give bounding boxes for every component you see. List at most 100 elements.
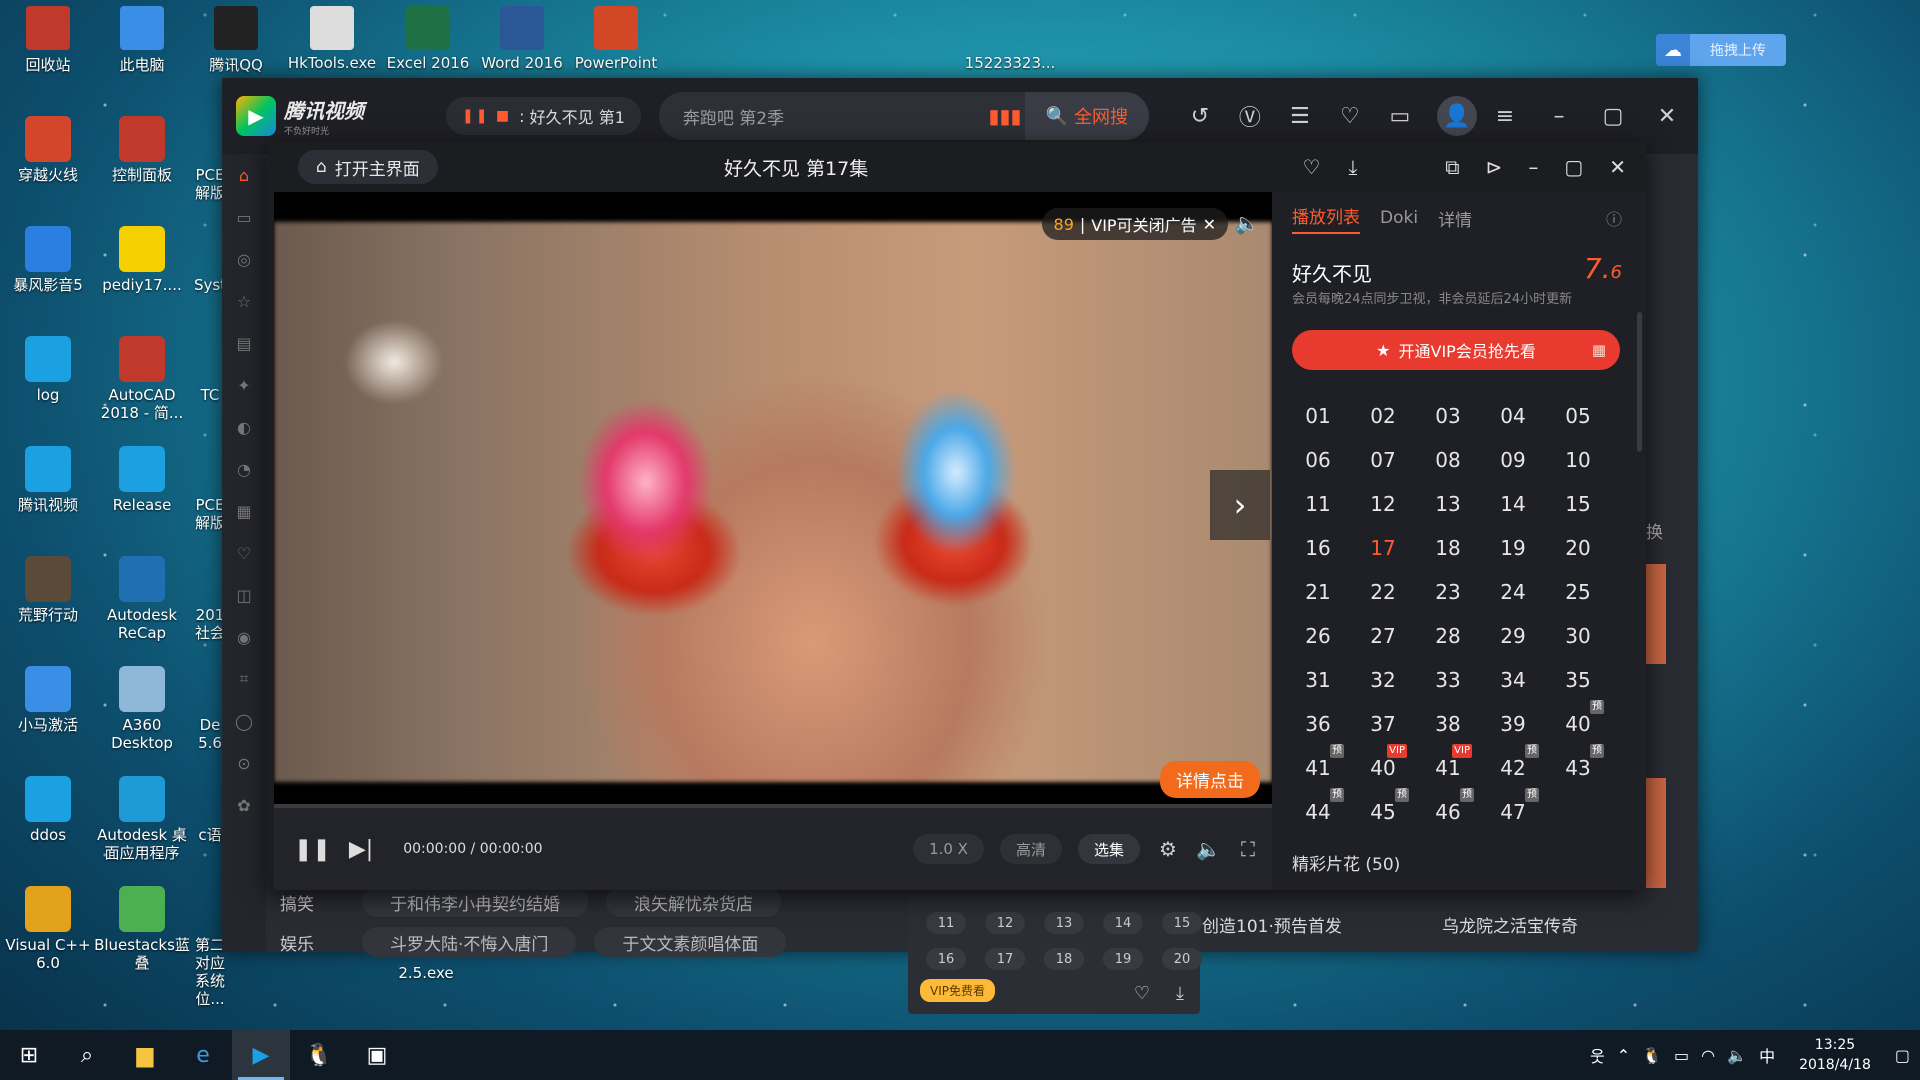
mini-episode-button[interactable]: 11 [926, 912, 966, 934]
episode-button[interactable]: 35 [1550, 658, 1606, 702]
qr-code-icon[interactable]: ▦ [1592, 341, 1606, 359]
desktop-icon[interactable]: 荒野行动 [0, 556, 96, 624]
desktop-icon[interactable]: 腾讯QQ [188, 6, 284, 75]
kids-icon[interactable]: ♡ [222, 532, 266, 574]
mini-episode-button[interactable]: 19 [1103, 948, 1143, 970]
episode-button[interactable]: 18 [1420, 526, 1476, 570]
fullscreen-icon[interactable]: ⛶ [1236, 837, 1260, 861]
star-icon[interactable]: ☆ [222, 280, 266, 322]
episode-button[interactable]: 21 [1290, 570, 1346, 614]
switch-link[interactable]: 换 [1646, 518, 1663, 543]
mini-episode-button[interactable]: 20 [1162, 948, 1202, 970]
ie-icon[interactable]: e [174, 1030, 232, 1080]
mini-episode-button[interactable]: 15 [1162, 912, 1202, 934]
episode-button[interactable]: 43 预 [1550, 744, 1606, 790]
desktop-icon[interactable]: 暴风影音5 [0, 226, 96, 294]
episode-button[interactable]: 11 [1290, 482, 1346, 526]
episode-button[interactable]: 12 [1355, 482, 1411, 526]
close-icon[interactable]: ✕ [1609, 155, 1626, 179]
episode-button[interactable]: 15 [1550, 482, 1606, 526]
episode-button[interactable]: 33 [1420, 658, 1476, 702]
episode-button[interactable]: 10 [1550, 438, 1606, 482]
circle-icon[interactable]: ◯ [222, 700, 266, 742]
desktop-icon[interactable]: pediy17.... [94, 226, 190, 294]
folder-icon[interactable]: ▭ [1383, 99, 1417, 133]
playlist-icon[interactable]: ☰ [1283, 99, 1317, 133]
desktop-icon[interactable]: 腾讯视频 [0, 446, 96, 514]
open-main-button[interactable]: ⌂ 打开主界面 [298, 150, 438, 184]
desktop-icon[interactable]: AutoCAD 2018 - 简... [94, 336, 190, 422]
mini-episode-button[interactable]: 16 [926, 948, 966, 970]
desktop-file-label[interactable]: 2.5.exe [378, 964, 474, 982]
row-category[interactable]: 娱乐 [280, 930, 344, 955]
volume-icon[interactable]: 🔈 [1196, 837, 1221, 861]
dance-icon[interactable]: ✿ [222, 784, 266, 826]
speed-button[interactable]: 1.0 X [913, 834, 984, 864]
episode-button[interactable]: 31 [1290, 658, 1346, 702]
info-icon[interactable]: ⓘ [1606, 206, 1622, 230]
film-icon[interactable]: ◎ [222, 238, 266, 280]
pause-icon[interactable]: ❚❚ [294, 837, 331, 862]
file-explorer-icon[interactable]: ▆ [116, 1030, 174, 1080]
episode-button[interactable]: 25 [1550, 570, 1606, 614]
episode-button[interactable]: 40 预 [1550, 700, 1606, 746]
episode-button[interactable]: 16 [1290, 526, 1346, 570]
episode-button[interactable]: 37 [1355, 702, 1411, 746]
desktop-icon[interactable]: 回收站 [0, 6, 96, 75]
desktop-icon[interactable]: Release [94, 446, 190, 514]
episode-button[interactable]: 08 [1420, 438, 1476, 482]
episode-button[interactable]: 23 [1420, 570, 1476, 614]
episode-button[interactable]: 47 预 [1485, 788, 1541, 834]
qq-tray-icon[interactable]: 🐧 [1642, 1046, 1662, 1065]
person-icon[interactable]: 웃 [1590, 1043, 1605, 1067]
maximize-icon[interactable]: ▢ [1596, 99, 1630, 133]
episode-button[interactable]: 26 [1290, 614, 1346, 658]
video-area[interactable]: 89 | VIP可关闭广告 ✕ 🔈 › 详情点击 [274, 192, 1272, 804]
desktop-icon[interactable]: Autodesk 桌面应用程序 [94, 776, 190, 862]
episode-button[interactable]: 19 [1485, 526, 1541, 570]
episode-button[interactable]: 34 [1485, 658, 1541, 702]
mini-episode-button[interactable]: 13 [1044, 912, 1084, 934]
game-icon[interactable]: ▤ [222, 322, 266, 364]
search-icon[interactable]: ⌕ [58, 1030, 116, 1080]
episode-button[interactable]: 38 [1420, 702, 1476, 746]
maximize-icon[interactable]: ▢ [1564, 155, 1583, 179]
download-icon[interactable]: ⤓ [1176, 983, 1184, 1004]
wifi-icon[interactable]: ◠ [1701, 1046, 1715, 1065]
desktop-icon[interactable]: PowerPoint [568, 6, 664, 72]
episode-button[interactable]: 17 [1355, 526, 1411, 570]
desktop-icon[interactable]: Visual C++ 6.0 [0, 886, 96, 972]
history-icon[interactable]: ↺ [1183, 99, 1217, 133]
drag-upload-button[interactable]: ☁ 拖拽上传 [1656, 34, 1786, 66]
notification-icon[interactable]: ▢ [1895, 1046, 1910, 1065]
video-title-link[interactable]: 乌龙院之活宝传奇 [1442, 912, 1578, 937]
mini-episode-button[interactable]: 17 [985, 948, 1025, 970]
episode-button[interactable]: 41 预 [1290, 744, 1346, 790]
episode-button[interactable]: 40 VIP [1355, 744, 1411, 790]
episode-button[interactable]: 03 [1420, 394, 1476, 438]
mini-episode-button[interactable]: 12 [985, 912, 1025, 934]
clock[interactable]: 13:25 2018/4/18 [1799, 1035, 1871, 1075]
episode-button[interactable]: 45 预 [1355, 788, 1411, 834]
favorite-icon[interactable]: ♡ [1134, 983, 1150, 1004]
content-pill[interactable]: 于和伟李小冉契约结婚 [362, 887, 588, 917]
close-ad-icon[interactable]: ✕ [1203, 215, 1216, 234]
episode-button[interactable]: 02 [1355, 394, 1411, 438]
settings-icon[interactable]: ⚙ [1156, 837, 1180, 861]
qq-taskbar-icon[interactable]: 🐧 [290, 1030, 348, 1080]
minimize-icon[interactable]: – [1528, 155, 1538, 179]
music-icon[interactable]: ◐ [222, 406, 266, 448]
ime-indicator[interactable]: 中 [1759, 1043, 1775, 1067]
desktop-icon[interactable]: Autodesk ReCap [94, 556, 190, 642]
episode-button[interactable]: 05 [1550, 394, 1606, 438]
episode-button[interactable]: 42 预 [1485, 744, 1541, 790]
episode-button[interactable]: 01 [1290, 394, 1346, 438]
detail-click-button[interactable]: 详情点击 [1160, 761, 1260, 798]
fashion-icon[interactable]: ◫ [222, 574, 266, 616]
quality-button[interactable]: 高清 [999, 834, 1062, 864]
episode-button[interactable]: 32 [1355, 658, 1411, 702]
speaker-icon[interactable]: 🔈 [1727, 1046, 1747, 1065]
desktop-icon[interactable]: HkTools.exe [284, 6, 380, 72]
episode-button[interactable]: 22 [1355, 570, 1411, 614]
episode-button[interactable]: 44 预 [1290, 788, 1346, 834]
